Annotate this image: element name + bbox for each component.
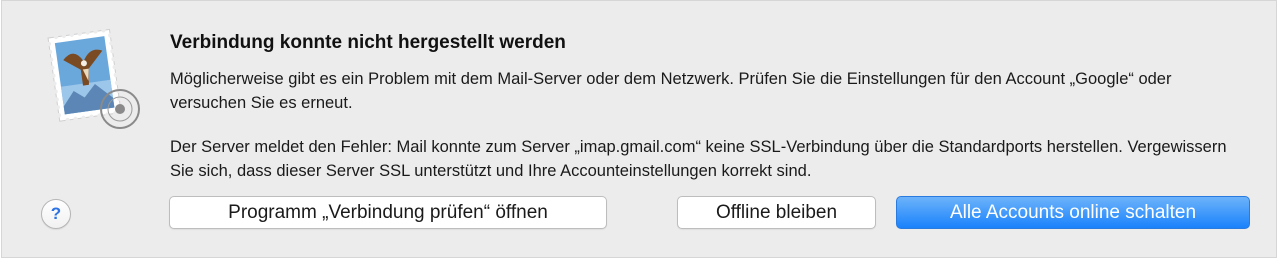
error-message-primary: Möglicherweise gibt es ein Problem mit d… [170, 70, 1172, 112]
connection-error-dialog: Verbindung konnte nicht hergestellt werd… [1, 0, 1277, 258]
take-all-accounts-online-label: Alle Accounts online schalten [949, 201, 1197, 223]
take-all-accounts-online-button[interactable]: Alle Accounts online schalten [896, 196, 1250, 229]
open-connection-doctor-button[interactable]: Programm „Verbindung prüfen“ öffnen [169, 196, 607, 229]
mail-stamp-icon [42, 23, 142, 133]
help-icon: ? [50, 204, 62, 223]
open-connection-doctor-label: Programm „Verbindung prüfen“ öffnen [228, 201, 548, 223]
help-button[interactable]: ? [41, 199, 71, 229]
stay-offline-label: Offline bleiben [715, 201, 838, 223]
dialog-title: Verbindung konnte nicht hergestellt werd… [170, 32, 566, 53]
stay-offline-button[interactable]: Offline bleiben [677, 196, 876, 229]
error-message-server-detail: Der Server meldet den Fehler: Mail konnt… [170, 138, 1227, 180]
